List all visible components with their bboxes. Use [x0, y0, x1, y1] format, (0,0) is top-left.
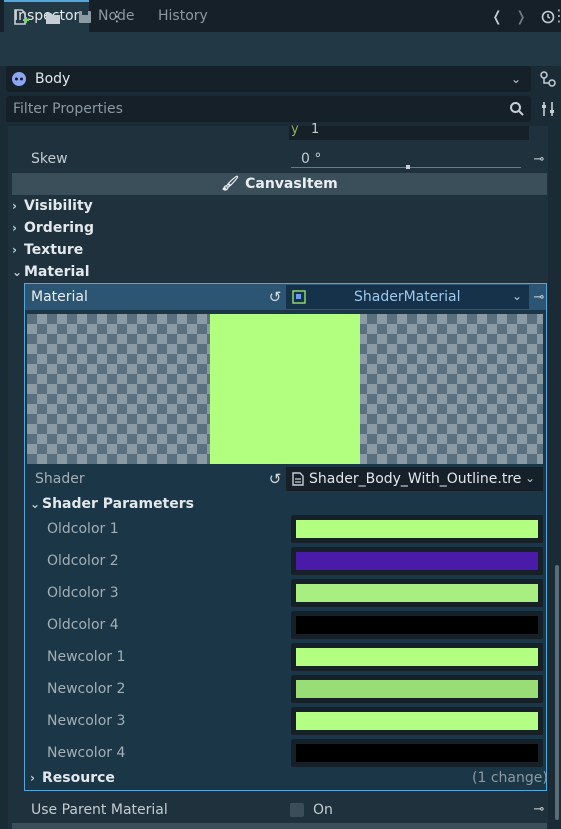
- section-label: Material: [24, 264, 90, 280]
- param-label: Oldcolor 3: [47, 585, 119, 601]
- chevron-down-icon: ⌄: [30, 497, 41, 511]
- more-icon[interactable]: ⋮: [106, 6, 128, 28]
- param-label: Oldcolor 2: [47, 553, 119, 569]
- section-shader-parameters[interactable]: ⌄ Shader Parameters: [30, 493, 530, 515]
- chevron-down-icon[interactable]: ⌄: [512, 289, 522, 303]
- color-swatch: [296, 680, 538, 698]
- resource-change-count: (1 change): [472, 770, 548, 786]
- color-picker-button[interactable]: [291, 579, 543, 607]
- shader-value: Shader_Body_With_Outline.tre: [309, 471, 522, 487]
- chevron-right-icon: ›: [12, 243, 17, 257]
- open-folder-icon[interactable]: [42, 6, 64, 28]
- color-swatch: [296, 712, 538, 730]
- color-picker-button[interactable]: [291, 707, 543, 735]
- color-picker-button[interactable]: [291, 675, 543, 703]
- tools-icon[interactable]: [540, 100, 558, 118]
- color-swatch: [296, 584, 538, 602]
- object-name: Body: [35, 71, 71, 87]
- search-icon: [509, 101, 525, 117]
- color-swatch: [296, 520, 538, 538]
- history-icon[interactable]: [537, 6, 559, 28]
- new-resource-icon[interactable]: [9, 6, 31, 28]
- section-resource[interactable]: › Resource: [30, 767, 530, 789]
- section-ordering[interactable]: › Ordering: [12, 217, 547, 239]
- param-label: Oldcolor 4: [47, 617, 119, 633]
- section-material[interactable]: ⌄ Material: [12, 261, 547, 283]
- reset-icon[interactable]: ↺: [266, 470, 284, 488]
- color-picker-button[interactable]: [291, 643, 543, 671]
- reset-icon[interactable]: ↺: [266, 288, 284, 306]
- color-swatch: [296, 744, 538, 762]
- pin-icon[interactable]: ⊸: [530, 153, 548, 167]
- color-swatch: [296, 648, 538, 666]
- color-picker-button[interactable]: [291, 611, 543, 639]
- section-visibility[interactable]: › Visibility: [12, 195, 547, 217]
- y-axis-label: y: [291, 122, 299, 137]
- color-picker-button[interactable]: [291, 515, 543, 543]
- category-title: CanvasItem: [245, 176, 338, 192]
- color-picker-button[interactable]: [291, 547, 543, 575]
- skew-value: 0 °: [301, 151, 322, 167]
- material-preview-square: [210, 314, 360, 464]
- use-parent-material-checkbox[interactable]: [290, 803, 304, 817]
- back-icon[interactable]: ❬: [486, 6, 508, 28]
- y-axis-value: 1: [311, 122, 320, 137]
- param-label: Newcolor 3: [47, 713, 126, 729]
- param-label: Newcolor 1: [47, 649, 126, 665]
- chevron-right-icon: ›: [12, 199, 17, 213]
- chevron-right-icon: ›: [30, 771, 35, 785]
- section-label: Visibility: [24, 198, 93, 214]
- param-label: Newcolor 2: [47, 681, 126, 697]
- shader-file-icon: [291, 472, 305, 486]
- material-label: Material: [31, 289, 88, 305]
- color-swatch: [296, 616, 538, 634]
- category-canvasitem: 🖌 CanvasItem: [12, 173, 547, 195]
- inspector-toolbar: [0, 32, 561, 66]
- category-next-partial: [12, 823, 547, 829]
- material-value: ShaderMaterial: [354, 289, 461, 305]
- skew-label: Skew: [31, 151, 68, 167]
- pin-icon[interactable]: ⊸: [530, 803, 548, 817]
- forward-icon[interactable]: ❭: [510, 6, 532, 28]
- use-parent-material-label: Use Parent Material: [31, 802, 168, 818]
- skew-slider-grabber[interactable]: [406, 165, 410, 169]
- color-swatch: [296, 552, 538, 570]
- param-label: Oldcolor 1: [47, 521, 119, 537]
- chevron-down-icon[interactable]: ⌄: [511, 72, 521, 86]
- use-parent-material-value: On: [313, 802, 333, 818]
- section-label: Ordering: [24, 220, 95, 236]
- section-label: Texture: [24, 242, 84, 258]
- tab-history[interactable]: History: [148, 0, 218, 32]
- chevron-right-icon: ›: [12, 221, 17, 235]
- shader-material-icon: [292, 290, 306, 304]
- pin-icon[interactable]: ⊸: [530, 291, 548, 305]
- node-type-icon: [11, 71, 27, 87]
- chevron-down-icon: ⌄: [12, 265, 23, 279]
- brush-icon: 🖌: [221, 176, 240, 192]
- shader-label: Shader: [35, 471, 85, 487]
- color-picker-button[interactable]: [291, 739, 543, 767]
- param-label: Newcolor 4: [47, 745, 126, 761]
- section-texture[interactable]: › Texture: [12, 239, 547, 261]
- scrollbar-thumb[interactable]: [555, 565, 559, 820]
- node-tree-icon[interactable]: [538, 70, 558, 88]
- scale-field-partial[interactable]: [289, 126, 529, 140]
- object-selector[interactable]: [6, 66, 531, 92]
- section-label: Shader Parameters: [42, 496, 194, 512]
- section-label: Resource: [42, 770, 115, 786]
- save-icon[interactable]: [74, 6, 96, 28]
- filter-placeholder: Filter Properties: [13, 101, 123, 117]
- chevron-down-icon[interactable]: ⌄: [525, 471, 535, 485]
